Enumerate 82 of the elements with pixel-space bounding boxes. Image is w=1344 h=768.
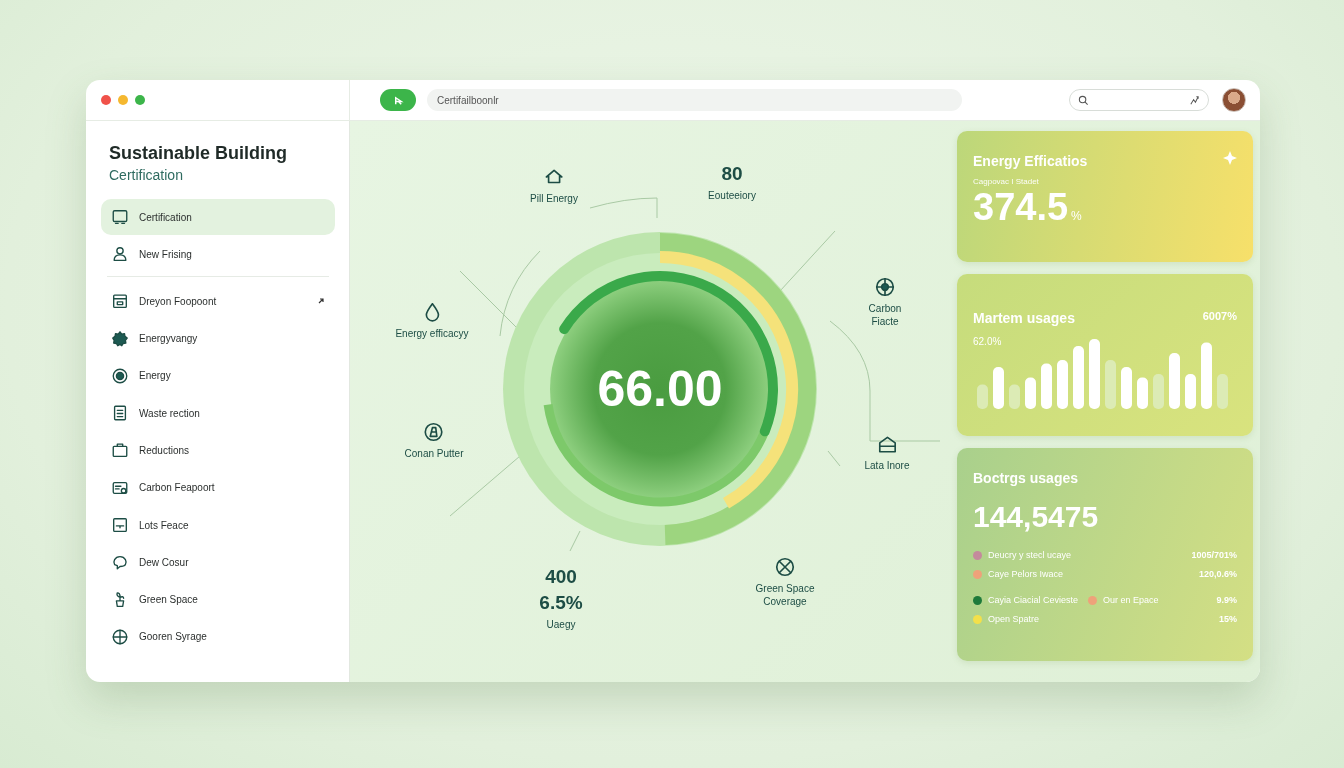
- crosshair-icon: [111, 627, 129, 646]
- bar: [1137, 377, 1148, 409]
- window-control[interactable]: [135, 95, 145, 105]
- metric-label: Conan Putter: [404, 447, 464, 460]
- metric-label: Carbon Fiacte: [867, 302, 903, 328]
- bar: [1217, 374, 1228, 409]
- legend-value: 9.9%: [1216, 595, 1237, 605]
- cursor-icon: [392, 94, 404, 106]
- bar: [1201, 342, 1212, 409]
- legend-label: Our en Epace: [1103, 595, 1159, 605]
- metric-label: Lata Inore: [864, 459, 910, 472]
- bar: [1009, 384, 1020, 409]
- sidebar-item[interactable]: New Frising: [101, 236, 335, 273]
- bar: [1025, 377, 1036, 409]
- sidebar-item[interactable]: Dew Cosur: [101, 544, 335, 581]
- card-title: Energy Efficatios: [973, 153, 1088, 169]
- metric-label: Energy efficacyy: [395, 327, 469, 340]
- bar: [1121, 367, 1132, 409]
- sidebar-item[interactable]: Green Space: [101, 581, 335, 618]
- legend-value: 1005/701%: [1191, 550, 1237, 560]
- target-icon: [111, 366, 129, 385]
- metric-label: Eouteeiory: [708, 189, 756, 202]
- bar: [977, 384, 988, 409]
- sidebar-item[interactable]: Dreyon Foopoont: [101, 283, 335, 320]
- bar: [1169, 353, 1180, 409]
- briefcase-icon: [111, 441, 129, 460]
- bar: [1041, 363, 1052, 409]
- metric-label: Uaegy: [546, 618, 576, 631]
- bar: [1057, 360, 1068, 409]
- card-value: 6007%: [1202, 310, 1237, 322]
- card-subvalue: 62.0%: [973, 336, 1003, 347]
- person-icon: [111, 245, 129, 264]
- bar: [1185, 374, 1196, 409]
- speech-bubble-icon: [111, 553, 129, 572]
- bar: [1073, 346, 1084, 409]
- sidebar-item[interactable]: Energy: [101, 357, 335, 394]
- bottle-icon: [423, 421, 445, 443]
- screen-icon: [111, 516, 129, 535]
- sparkle-icon: [1223, 151, 1237, 165]
- card-title: Boctrgs usages: [973, 470, 1079, 486]
- crosshair-icon: [874, 276, 896, 298]
- stat-unit: %: [1071, 209, 1082, 223]
- bar: [1153, 374, 1164, 409]
- document-icon: [111, 404, 129, 423]
- sidebar-item[interactable]: Waste rection: [101, 395, 335, 432]
- legend-value: 15%: [1219, 614, 1237, 624]
- metric-label: Green Space Coverage: [754, 582, 816, 608]
- stat-value: 374.5: [973, 186, 1069, 229]
- address-field[interactable]: Certifailboonlr: [427, 89, 962, 111]
- card-title: Martem usages: [973, 310, 1075, 326]
- card-value: 144,5475: [973, 500, 1100, 534]
- metric-value: 80: [721, 163, 743, 185]
- metric-label: Pill Energy: [530, 192, 578, 205]
- sidebar-item[interactable]: Certification: [101, 199, 335, 235]
- app-subtitle: Certification: [109, 167, 184, 183]
- score-value: 66.00: [597, 360, 723, 418]
- chevron-icon: [317, 297, 325, 306]
- sidebar-item[interactable]: Gooren Syrage: [101, 618, 335, 655]
- legend-label: Deucry y stecl ucaye: [988, 550, 1072, 560]
- legend-value: 120,0.6%: [1198, 569, 1237, 579]
- leaf-badge-icon: [111, 329, 129, 348]
- avatar[interactable]: [1222, 88, 1246, 112]
- window-control[interactable]: [101, 95, 111, 105]
- sidebar-item[interactable]: Energyvangy: [101, 320, 335, 357]
- calendar-icon: [111, 292, 129, 311]
- legend-label: Cayia Ciacial Cevieste: [988, 595, 1079, 605]
- metric-value: 6.5%: [539, 592, 583, 614]
- search-icon: [1078, 94, 1089, 106]
- sidebar-item[interactable]: Reductions: [101, 432, 335, 469]
- monitor-icon: [111, 208, 129, 226]
- home-button[interactable]: [380, 89, 416, 111]
- card-subtitle: Cagpovac I Stadet: [973, 177, 1040, 186]
- bar: [1089, 339, 1100, 409]
- legend-label: Caye Pelors Iwace: [988, 569, 1064, 579]
- legend-label: Open Spatre: [988, 614, 1040, 624]
- app-title: Sustainable Building: [109, 143, 288, 164]
- bar: [1105, 360, 1116, 409]
- metric-value: 400: [545, 566, 577, 588]
- bar: [993, 367, 1004, 409]
- window-control[interactable]: [118, 95, 128, 105]
- sidebar-item[interactable]: Carbon Feapoort: [101, 469, 335, 506]
- sidebar-item[interactable]: Lots Feace: [101, 507, 335, 544]
